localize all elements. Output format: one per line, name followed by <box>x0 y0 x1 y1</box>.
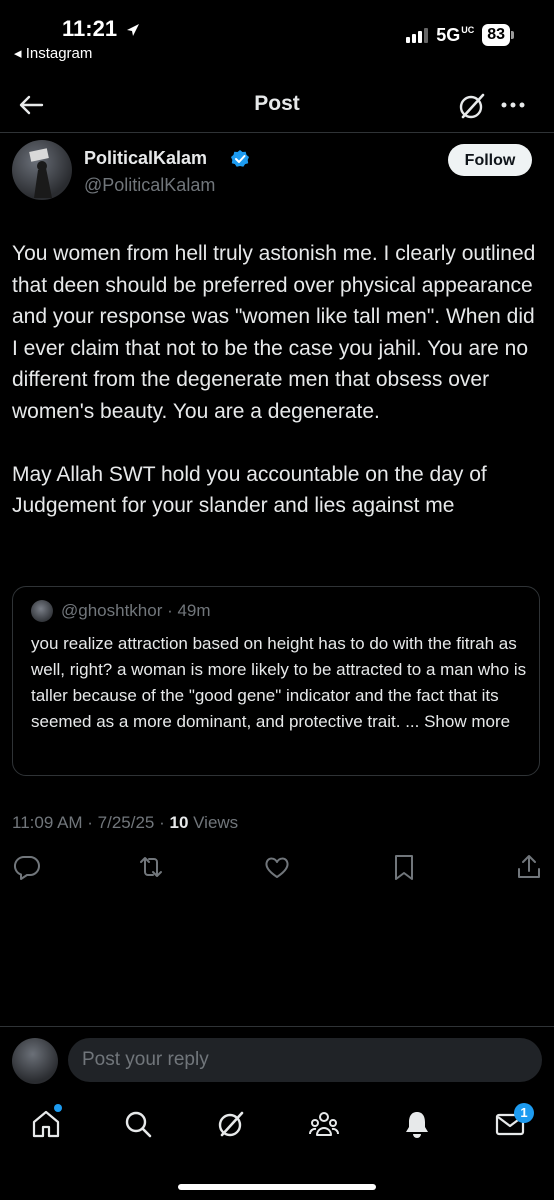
header-divider <box>0 132 554 133</box>
current-user-avatar[interactable] <box>12 1038 58 1084</box>
follow-button[interactable]: Follow <box>448 144 532 176</box>
reply-divider <box>0 1026 554 1027</box>
signal-icon <box>406 27 429 43</box>
repost-icon[interactable] <box>136 852 166 882</box>
battery-level: 83 <box>482 24 510 46</box>
communities-icon[interactable] <box>308 1108 340 1140</box>
messages-badge: 1 <box>514 1103 534 1123</box>
network-label: 5GUC <box>436 24 475 45</box>
views-label: Views <box>188 813 239 832</box>
quoted-author-avatar <box>31 600 53 622</box>
home-indicator[interactable] <box>178 1184 376 1190</box>
quoted-post-text: you realize attraction based on height h… <box>31 634 527 731</box>
more-options-icon[interactable] <box>498 92 528 118</box>
like-heart-icon[interactable] <box>262 852 292 882</box>
verified-badge-icon <box>230 149 250 169</box>
bookmark-icon[interactable] <box>389 852 419 882</box>
home-icon[interactable] <box>30 1108 62 1140</box>
reply-input[interactable] <box>68 1038 542 1082</box>
post-timestamp: 11:09 AM · 7/25/25 · <box>12 813 170 832</box>
battery-icon: 83 <box>482 24 514 46</box>
author-handle[interactable]: @PoliticalKalam <box>84 175 215 196</box>
location-arrow-icon <box>127 24 140 37</box>
post-header: Post <box>0 78 554 132</box>
grok-nav-icon[interactable] <box>215 1108 247 1140</box>
search-icon[interactable] <box>122 1108 154 1140</box>
views-count: 10 <box>169 813 189 832</box>
notifications-bell-icon[interactable] <box>401 1108 433 1140</box>
home-notification-dot <box>54 1104 62 1112</box>
post-metadata: 11:09 AM · 7/25/25 · 10 Views <box>12 813 238 833</box>
status-time: 11:21 <box>62 16 141 42</box>
share-icon[interactable] <box>514 852 544 882</box>
author-display-name[interactable]: PoliticalKalam <box>84 148 207 169</box>
author-avatar[interactable] <box>12 140 72 200</box>
status-indicators: 5GUC 83 <box>406 24 514 46</box>
reply-icon[interactable] <box>12 852 42 882</box>
grok-icon[interactable] <box>456 90 488 122</box>
back-to-app-link[interactable]: ◂ Instagram <box>14 44 92 62</box>
quoted-author-handle: @ghoshtkhor · 49m <box>61 601 211 620</box>
quoted-post-card[interactable]: @ghoshtkhor · 49m you realize attraction… <box>12 586 540 776</box>
post-text: You women from hell truly astonish me. I… <box>12 242 536 517</box>
